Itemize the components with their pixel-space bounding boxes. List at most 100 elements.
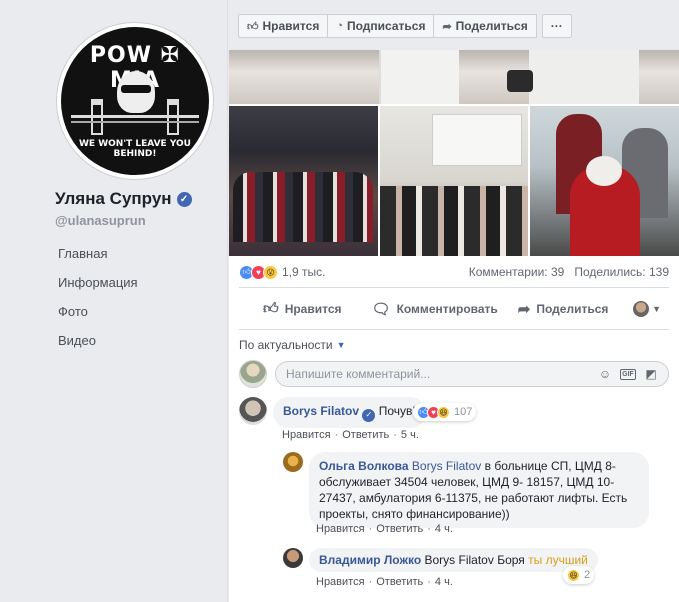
post-photo-clinic[interactable] (530, 106, 679, 256)
replier-avatar[interactable] (283, 452, 303, 472)
main-column: 👍︎ Нравится ◔ Подписаться ➦ Поделиться ·… (229, 0, 679, 602)
page-name-text[interactable]: Уляна Супрун (55, 189, 172, 209)
gif-icon[interactable]: GIF (620, 368, 636, 380)
post-stats: 👍︎ ♥ 😮︎ 1,9 тыс. Комментарии: 39 Поделил… (239, 262, 669, 282)
page-handle[interactable]: @ulanasuprun (55, 213, 146, 228)
logo-eyes-graphic (121, 85, 151, 93)
page-avatar[interactable]: POW ✠ MIA WE WON'T LEAVE YOU BEHIND! (56, 22, 214, 180)
reply-text: Боря (493, 553, 529, 567)
comment-item: Borys Filatov ✓ Почув! (239, 397, 426, 428)
sticker-icon[interactable]: ◩ (644, 367, 658, 381)
post-share-button[interactable]: ➦ Поделиться (518, 300, 609, 318)
comment-bubble: Borys Filatov ✓ Почув! (273, 397, 426, 428)
photo-detail-people (233, 172, 373, 242)
haha-reaction-icon: 😆︎ (567, 568, 580, 582)
nav-item-info[interactable]: Информация (58, 275, 138, 304)
post-like-button[interactable]: 👍︎ Нравится (263, 300, 342, 318)
photo-detail-coat (379, 50, 459, 104)
reaction-icons: 😆︎ (567, 568, 580, 582)
pow-mia-logo: POW ✠ MIA WE WON'T LEAVE YOU BEHIND! (61, 27, 209, 175)
page-like-button[interactable]: 👍︎ Нравится (238, 14, 329, 38)
reaction-icons: 👍︎ ♥ 😆︎ (417, 405, 450, 419)
reply-mention[interactable]: Borys Filatov (425, 553, 494, 567)
page-sidebar: POW ✠ MIA WE WON'T LEAVE YOU BEHIND! Уля… (0, 0, 228, 602)
reply-reply-link[interactable]: Ответить (376, 523, 423, 535)
post-share-label: Поделиться (536, 302, 609, 316)
thumbs-up-icon: 👍︎ (263, 300, 279, 317)
reply-bubble: Владимир Ложко Borys Filatov Боря ты луч… (309, 548, 598, 572)
nav-item-home[interactable]: Главная (58, 246, 138, 275)
photo-detail-coat-2 (529, 50, 639, 104)
reply-reaction-count: 2 (584, 569, 591, 581)
post-comment-label: Комментировать (396, 302, 498, 316)
reply-timestamp[interactable]: 4 ч. (435, 576, 453, 588)
comment-reply-link[interactable]: Ответить (342, 429, 389, 441)
chevron-down-icon: ▼ (652, 304, 661, 314)
comments-count[interactable]: Комментарии: 39 (469, 265, 565, 279)
more-options-button[interactable]: ··· (541, 14, 572, 38)
reply-author[interactable]: Владимир Ложко (319, 553, 421, 567)
reply-mention[interactable]: Borys Filatov (412, 459, 481, 473)
commenter-avatar[interactable] (239, 397, 267, 425)
shares-count[interactable]: Поделились: 139 (574, 265, 669, 279)
more-dots-icon: ··· (550, 19, 563, 33)
haha-reaction-icon: 😆︎ (437, 405, 450, 419)
comment-bubble-icon: 🗨︎ (371, 301, 391, 318)
reply-like-link[interactable]: Нравится (316, 523, 365, 535)
rss-icon: ◔ (336, 20, 343, 32)
barbed-wire-graphic (71, 115, 199, 118)
chevron-down-icon: ▼ (336, 340, 346, 350)
post-photo-main[interactable] (229, 50, 679, 104)
user-avatar (633, 301, 650, 317)
reply-like-link[interactable]: Нравится (316, 576, 365, 588)
reply-bubble: Ольга Волкова Borys Filatov в больнице С… (309, 452, 649, 528)
nav-item-photos[interactable]: Фото (58, 304, 138, 333)
comment-author[interactable]: Borys Filatov (283, 404, 359, 418)
divider (239, 287, 669, 288)
replier-avatar[interactable] (283, 548, 303, 568)
reply-meta: Нравится · Ответить · 4 ч. (316, 576, 453, 588)
post-photo-meeting[interactable] (379, 106, 529, 256)
post-photo-group[interactable] (229, 106, 378, 256)
photo-detail-phone (507, 70, 533, 92)
post-actions: 👍︎ Нравится 🗨︎ Комментировать ➦ Поделить… (239, 295, 669, 323)
reply-item: Владимир Ложко Borys Filatov Боря ты луч… (283, 548, 598, 572)
share-arrow-icon: ➦ (517, 301, 531, 318)
comment-like-link[interactable]: Нравится (282, 429, 331, 441)
reply-timestamp[interactable]: 4 ч. (435, 523, 453, 535)
divider (239, 329, 669, 330)
logo-bottom-text: WE WON'T LEAVE YOU BEHIND! (79, 139, 191, 159)
wow-reaction-icon: 😮︎ (263, 264, 278, 280)
comment-composer: ☺ GIF ◩ (239, 359, 669, 389)
page-share-button[interactable]: ➦ Поделиться (433, 14, 537, 38)
reply-highlight-text: ты лучший (528, 553, 588, 567)
post-comment-button[interactable]: 🗨︎ Комментировать (372, 300, 498, 318)
share-arrow-icon: ➦ (442, 20, 452, 33)
reply-meta: Нравится · Ответить · 4 ч. (316, 523, 453, 535)
reply-author[interactable]: Ольга Волкова (319, 459, 409, 473)
comment-meta: Нравится · Ответить · 5 ч. (282, 429, 419, 441)
page-name[interactable]: Уляна Супрун ✓ (55, 189, 192, 209)
follow-button[interactable]: ◔ Подписаться (327, 14, 435, 38)
current-user-avatar[interactable] (239, 360, 267, 388)
page-like-label: Нравится (262, 19, 320, 33)
reaction-icons[interactable]: 👍︎ ♥ 😮︎ (239, 264, 278, 280)
reactions-count[interactable]: 1,9 тыс. (282, 265, 325, 279)
comment-sort-dropdown[interactable]: По актуальности ▼ (239, 338, 346, 352)
reply-reactions[interactable]: 😆︎ 2 (563, 566, 595, 584)
thumbs-up-icon: 👍︎ (247, 20, 259, 33)
reply-reply-link[interactable]: Ответить (376, 576, 423, 588)
comment-input-box: ☺ GIF ◩ (275, 361, 669, 387)
comment-reactions[interactable]: 👍︎ ♥ 😆︎ 107 (413, 403, 477, 421)
post-like-label: Нравится (284, 302, 342, 316)
comment-timestamp[interactable]: 5 ч. (401, 429, 419, 441)
post-photo-grid (229, 106, 679, 256)
photo-detail-seated-row (379, 186, 528, 256)
verified-badge-icon: ✓ (176, 191, 192, 207)
barbed-wire-graphic-2 (71, 121, 199, 123)
nav-item-videos[interactable]: Видео (58, 333, 138, 362)
emoji-icon[interactable]: ☺ (598, 367, 612, 381)
comment-input[interactable] (286, 367, 590, 381)
post-card: 👍︎ ♥ 😮︎ 1,9 тыс. Комментарии: 39 Поделил… (229, 50, 679, 602)
post-as-selector[interactable]: ▼ (633, 301, 661, 317)
